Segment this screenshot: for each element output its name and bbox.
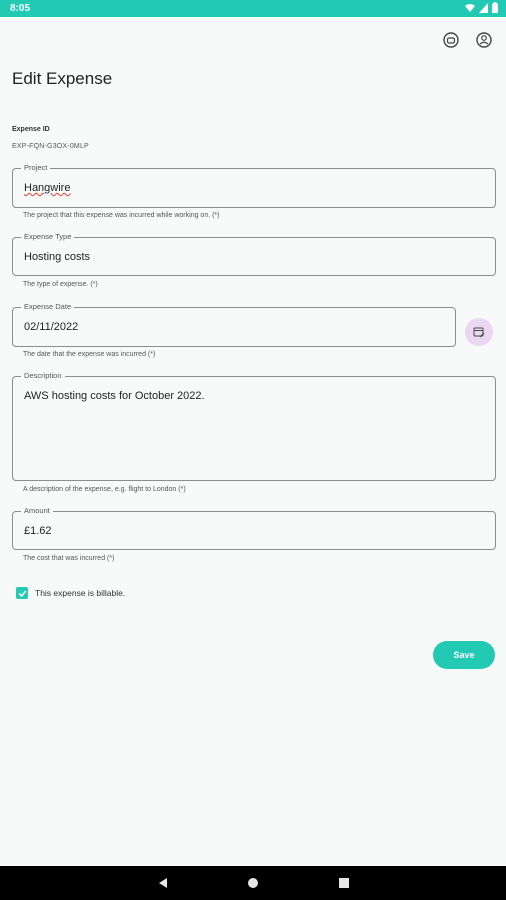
save-button[interactable]: Save [433, 641, 495, 669]
page-title: Edit Expense [12, 69, 113, 88]
expense-date-helper-text: The date that the expense was incurred (… [23, 351, 156, 358]
expense-type-field-value: Hosting costs [24, 251, 91, 263]
signal-icon [479, 2, 488, 13]
date-picker-button[interactable] [465, 318, 493, 346]
expense-id-label: Expense ID [12, 126, 50, 133]
expense-type-helper-text: The type of expense. (*) [23, 281, 98, 288]
expense-type-field[interactable]: Expense Type Hosting costs [12, 232, 496, 276]
battery-icon [492, 2, 498, 13]
calendar-edit-icon [473, 327, 485, 338]
amount-helper-text: The cost that was incurred (*) [23, 555, 115, 562]
account-icon[interactable] [475, 31, 493, 49]
support-icon[interactable] [442, 31, 460, 49]
billable-label: This expense is billable. [35, 588, 126, 598]
navigation-bar [0, 866, 506, 900]
expense-date-field-value: 02/11/2022 [24, 321, 79, 333]
description-helper-text: A description of the expense, e.g. fligh… [23, 486, 186, 493]
wifi-icon [465, 3, 475, 12]
check-icon [18, 589, 26, 597]
project-helper-text: The project that this expense was incurr… [23, 212, 220, 219]
expense-id-value: EXP-FQN-G3OX-0MLP [12, 143, 89, 150]
status-time: 8:05 [10, 3, 31, 14]
amount-field[interactable]: Amount £1.62 [12, 506, 496, 550]
description-field[interactable]: Description AWS hosting costs for Octobe… [12, 371, 496, 481]
billable-checkbox[interactable] [16, 587, 28, 599]
description-field-label: Description [21, 371, 65, 381]
home-icon[interactable] [247, 877, 259, 889]
expense-type-field-label: Expense Type [21, 232, 75, 242]
expense-date-field-label: Expense Date [21, 302, 75, 312]
project-field-value: Hangwire [24, 182, 71, 194]
status-bar: 8:05 [0, 0, 506, 17]
back-icon[interactable] [157, 877, 169, 889]
recents-icon[interactable] [338, 877, 350, 889]
project-field-label: Project [21, 163, 51, 173]
project-field[interactable]: Project Hangwire [12, 163, 496, 208]
amount-field-label: Amount [21, 506, 53, 516]
status-icons [465, 2, 498, 13]
expense-date-field[interactable]: Expense Date 02/11/2022 [12, 302, 456, 347]
amount-field-value: £1.62 [24, 525, 52, 537]
description-field-value: AWS hosting costs for October 2022. [24, 390, 205, 402]
